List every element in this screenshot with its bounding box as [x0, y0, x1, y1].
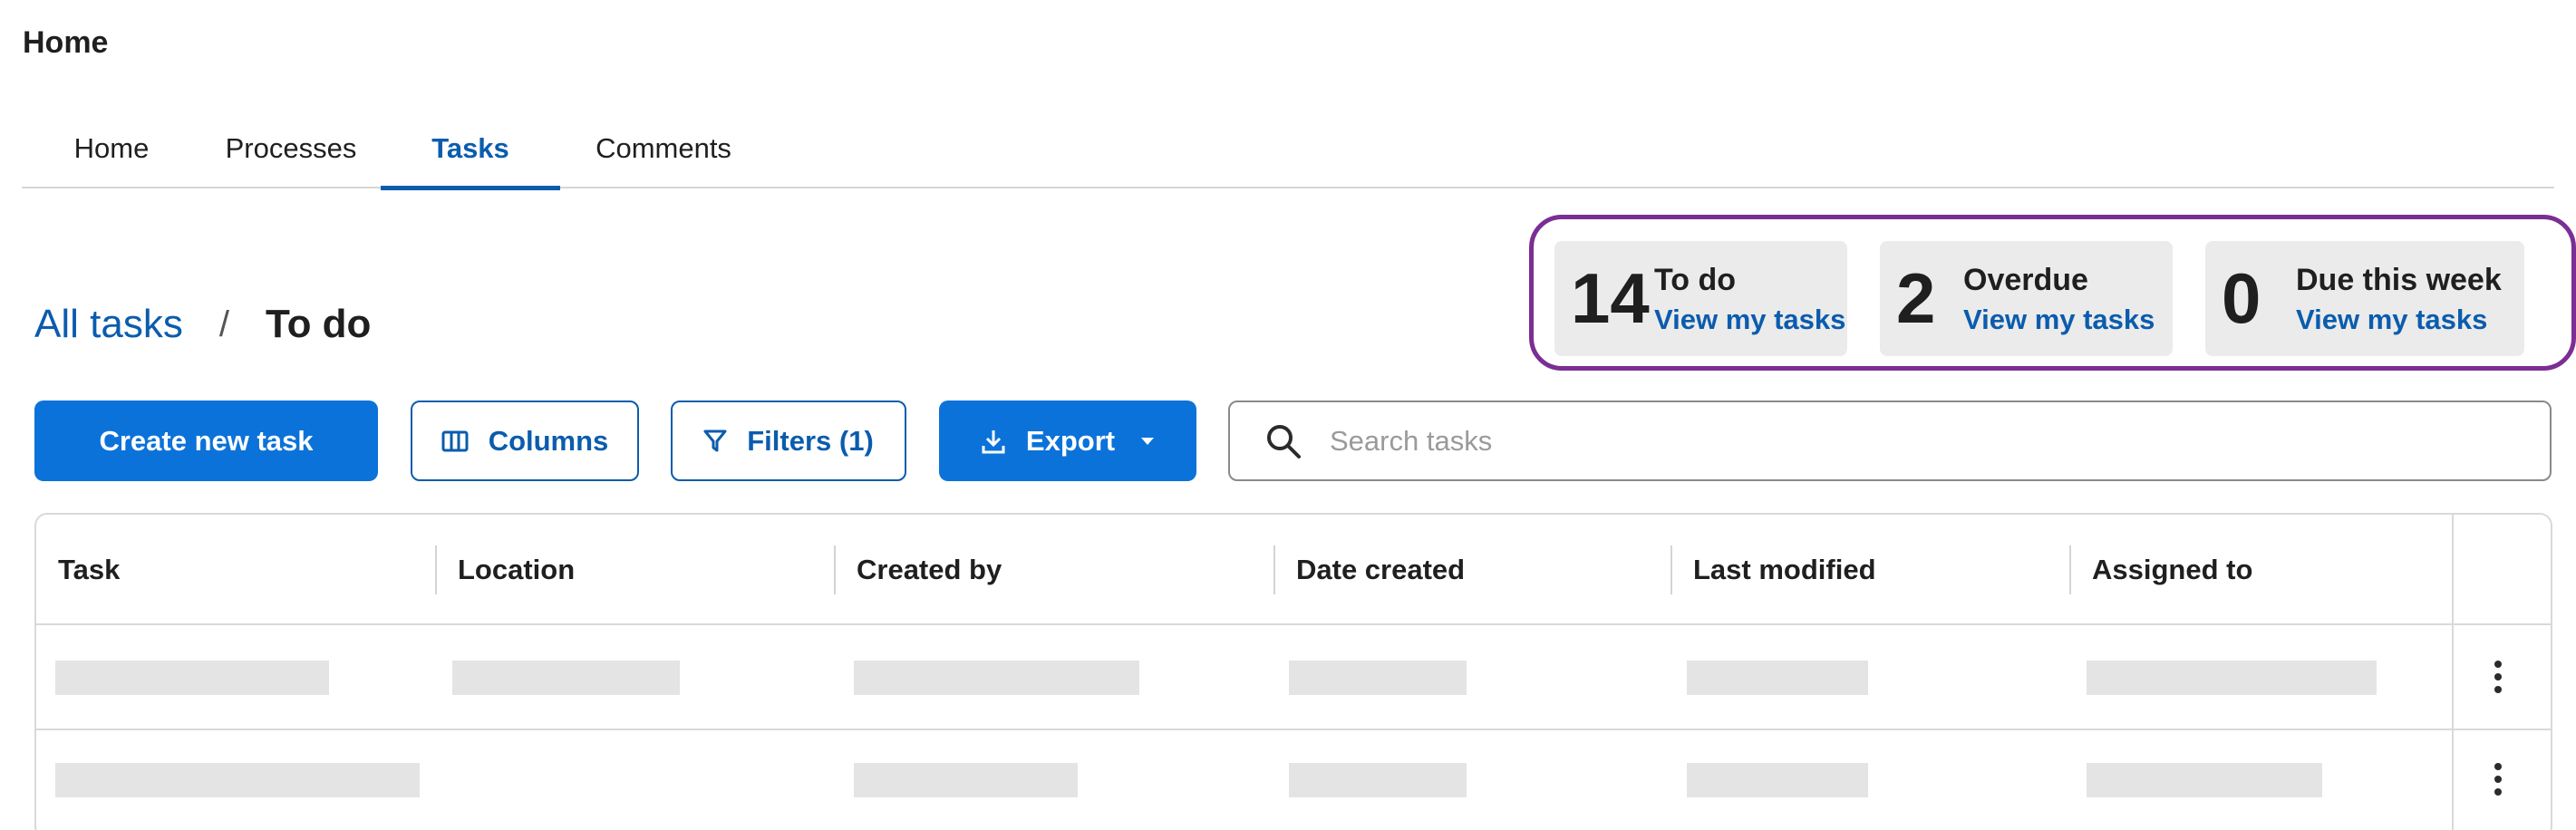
- columns-icon: [441, 430, 469, 452]
- tab-comments[interactable]: Comments: [560, 109, 767, 188]
- summary-card-due-this-week: 0 Due this week View my tasks: [2205, 241, 2524, 356]
- search-icon: [1264, 422, 1303, 460]
- summary-count: 0: [2222, 258, 2261, 338]
- summary-label: Due this week: [2296, 262, 2502, 297]
- breadcrumb-all-tasks-link[interactable]: All tasks: [34, 302, 183, 347]
- breadcrumb-separator: /: [218, 304, 229, 344]
- column-header-location[interactable]: Location: [458, 515, 575, 625]
- column-header-last-modified[interactable]: Last modified: [1693, 515, 1876, 625]
- column-header-created-by[interactable]: Created by: [857, 515, 1002, 625]
- summary-label: Overdue: [1963, 262, 2088, 297]
- more-vertical-icon[interactable]: [2486, 658, 2510, 696]
- summary-count: 14: [1571, 258, 1650, 338]
- caret-down-icon: [1140, 437, 1155, 446]
- column-divider: [2069, 545, 2071, 594]
- summary-text: To do View my tasks: [1654, 259, 1845, 339]
- tab-home[interactable]: Home: [22, 109, 201, 188]
- download-icon: [981, 428, 1006, 455]
- filters-label: Filters (1): [747, 424, 874, 457]
- page-heading: Home: [23, 25, 109, 60]
- export-button[interactable]: Export: [939, 401, 1196, 481]
- search-input[interactable]: [1330, 424, 2508, 458]
- skeleton-cell: [854, 763, 1078, 797]
- summary-view-link[interactable]: View my tasks: [1963, 301, 2155, 339]
- filter-icon: [703, 429, 727, 454]
- breadcrumb-current: To do: [265, 302, 372, 346]
- column-header-date-created[interactable]: Date created: [1296, 515, 1465, 625]
- filters-button[interactable]: Filters (1): [671, 401, 906, 481]
- column-divider: [834, 545, 836, 594]
- create-new-task-label: Create new task: [99, 424, 314, 457]
- summary-text: Due this week View my tasks: [2296, 259, 2502, 339]
- skeleton-cell: [1687, 763, 1868, 797]
- skeleton-cell: [2087, 763, 2322, 797]
- create-new-task-button[interactable]: Create new task: [34, 401, 378, 481]
- skeleton-cell: [1687, 661, 1868, 695]
- summary-card-overdue: 2 Overdue View my tasks: [1880, 241, 2173, 356]
- table-row[interactable]: [36, 732, 2551, 830]
- task-summary-group: 14 To do View my tasks 2 Overdue View my…: [1529, 215, 2576, 371]
- summary-card-to-do: 14 To do View my tasks: [1554, 241, 1847, 356]
- tasks-table: Task Location Created by Date created La…: [34, 513, 2552, 830]
- search-box: [1228, 401, 2552, 481]
- export-label: Export: [1025, 424, 1116, 457]
- column-divider: [435, 545, 437, 594]
- skeleton-cell: [2087, 661, 2377, 695]
- summary-view-link[interactable]: View my tasks: [1654, 301, 1845, 339]
- skeleton-cell: [1289, 763, 1467, 797]
- tab-tasks[interactable]: Tasks: [381, 109, 560, 190]
- summary-count: 2: [1896, 258, 1936, 338]
- skeleton-cell: [1289, 661, 1467, 695]
- table-row[interactable]: [36, 625, 2551, 730]
- summary-label: To do: [1654, 262, 1736, 297]
- skeleton-cell: [854, 661, 1139, 695]
- column-divider: [1273, 545, 1275, 594]
- column-divider: [1671, 545, 1672, 594]
- skeleton-cell: [55, 763, 420, 797]
- tab-bar: Home Processes Tasks Comments: [22, 109, 2554, 190]
- skeleton-cell: [55, 661, 329, 695]
- more-vertical-icon[interactable]: [2486, 760, 2510, 798]
- column-header-assigned-to[interactable]: Assigned to: [2092, 515, 2252, 625]
- table-header: Task Location Created by Date created La…: [36, 515, 2551, 625]
- summary-text: Overdue View my tasks: [1963, 259, 2155, 339]
- tab-processes[interactable]: Processes: [201, 109, 381, 188]
- skeleton-cell: [452, 661, 680, 695]
- columns-label: Columns: [488, 424, 609, 457]
- breadcrumb: All tasks / To do: [34, 302, 371, 347]
- column-header-task[interactable]: Task: [58, 515, 120, 625]
- columns-button[interactable]: Columns: [411, 401, 639, 481]
- summary-view-link[interactable]: View my tasks: [2296, 301, 2502, 339]
